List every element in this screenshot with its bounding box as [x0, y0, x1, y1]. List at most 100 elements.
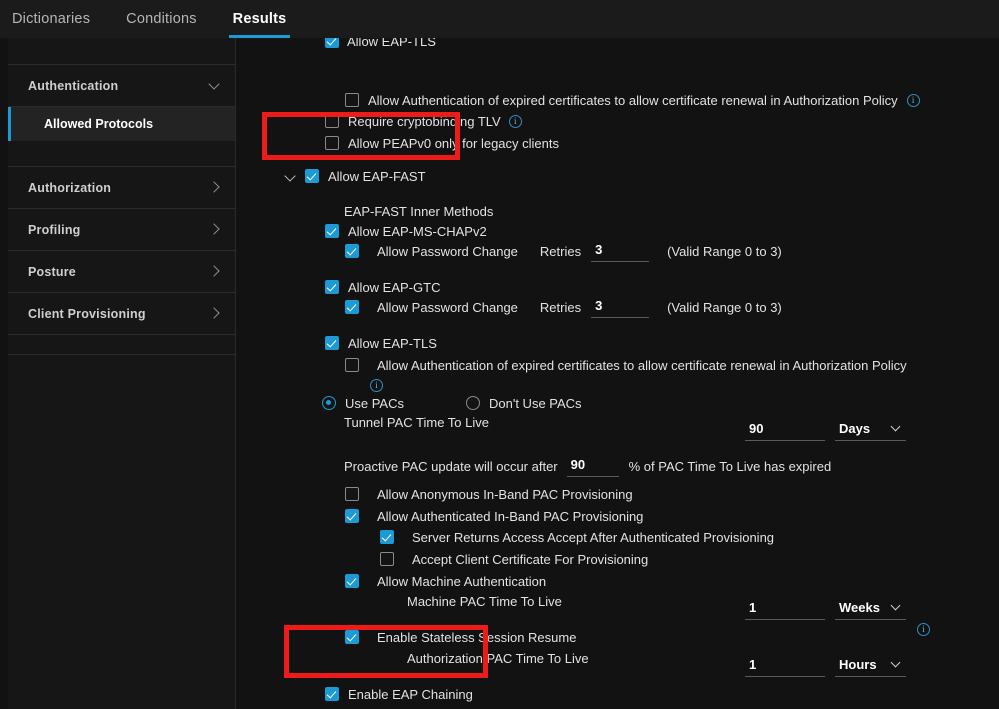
- authenticated-inband-label: Allow Authenticated In-Band PAC Provisio…: [377, 508, 644, 524]
- row-allow-eap-gtc[interactable]: Allow EAP-GTC: [325, 276, 440, 298]
- gtc-password-change-checkbox[interactable]: [345, 300, 359, 314]
- sidebar-item-authentication[interactable]: Authentication: [8, 65, 235, 107]
- mschap-valid-range-label: (Valid Range 0 to 3): [667, 243, 782, 259]
- info-icon[interactable]: i: [508, 114, 522, 128]
- require-cryptobinding-label: Require cryptobinding TLV: [348, 113, 501, 129]
- info-icon[interactable]: i: [906, 93, 920, 107]
- sidebar-item-authorization-label: Authorization: [28, 180, 112, 195]
- authenticated-inband-checkbox[interactable]: [345, 509, 359, 523]
- allow-eap-tls-top-checkbox[interactable]: [325, 38, 339, 48]
- proactive-prefix-label: Proactive PAC update will occur after: [344, 458, 558, 474]
- info-icon[interactable]: i: [370, 379, 383, 392]
- server-returns-accept-checkbox[interactable]: [380, 530, 394, 544]
- row-gtc-password-change[interactable]: Allow Password Change Retries (Valid Ran…: [345, 296, 782, 318]
- enable-eap-chaining-checkbox[interactable]: [325, 687, 339, 701]
- inner-expired-certs-info[interactable]: i: [370, 375, 383, 393]
- gtc-retries-input[interactable]: [591, 296, 650, 318]
- row-allow-ms-chapv2[interactable]: Allow EAP-MS-CHAPv2: [325, 220, 487, 242]
- accept-client-cert-checkbox[interactable]: [380, 552, 394, 566]
- machine-pac-ttl-input[interactable]: [745, 598, 825, 620]
- sidebar-item-allowed-protocols[interactable]: Allowed Protocols: [8, 107, 235, 141]
- machine-pac-ttl-unit-select[interactable]: Weeks: [835, 598, 906, 620]
- chevron-right-icon: [209, 308, 221, 320]
- row-anonymous-inband[interactable]: Allow Anonymous In-Band PAC Provisioning: [345, 483, 633, 505]
- allow-eap-tls-inner-checkbox[interactable]: [325, 336, 339, 350]
- stateless-session-resume-checkbox[interactable]: [345, 630, 359, 644]
- enable-eap-chaining-label: Enable EAP Chaining: [348, 686, 473, 702]
- peapv0-legacy-checkbox[interactable]: [325, 136, 339, 150]
- allow-machine-auth-label: Allow Machine Authentication: [377, 573, 547, 589]
- ise-allowed-protocols-screen: Dictionaries Conditions Results Authenti…: [0, 0, 999, 709]
- row-mschap-password-change[interactable]: Allow Password Change Retries (Valid Ran…: [345, 240, 782, 262]
- row-inner-expired-certs[interactable]: Allow Authentication of expired certific…: [345, 354, 907, 376]
- inner-expired-certs-label: Allow Authentication of expired certific…: [377, 357, 907, 373]
- require-cryptobinding-checkbox[interactable]: [325, 114, 339, 128]
- allow-ms-chapv2-label: Allow EAP-MS-CHAPv2: [348, 223, 487, 239]
- authz-pac-ttl-unit-select[interactable]: Hours: [835, 655, 906, 677]
- eap-tls-expired-certs-checkbox[interactable]: [345, 93, 359, 107]
- gtc-valid-range-label: (Valid Range 0 to 3): [667, 299, 782, 315]
- sidebar-item-client-provisioning[interactable]: Client Provisioning: [8, 293, 235, 335]
- authz-pac-ttl-label: Authorization PAC Time To Live: [407, 650, 589, 666]
- sidebar-item-profiling[interactable]: Profiling: [8, 209, 235, 251]
- info-icon[interactable]: i: [917, 623, 930, 636]
- row-accept-client-cert[interactable]: Accept Client Certificate For Provisioni…: [380, 548, 648, 570]
- row-allow-eap-tls-inner[interactable]: Allow EAP-TLS: [325, 332, 437, 354]
- allow-ms-chapv2-checkbox[interactable]: [325, 224, 339, 238]
- use-pacs-radio[interactable]: [322, 396, 336, 410]
- tab-dictionaries[interactable]: Dictionaries: [0, 0, 108, 38]
- sidebar-item-profiling-label: Profiling: [28, 222, 81, 237]
- use-pacs-label: Use PACs: [345, 395, 404, 411]
- anonymous-inband-checkbox[interactable]: [345, 487, 359, 501]
- row-allow-eap-fast[interactable]: Allow EAP-FAST: [284, 165, 426, 187]
- peapv0-legacy-label: Allow PEAPv0 only for legacy clients: [348, 135, 559, 151]
- authz-pac-ttl-input[interactable]: [745, 655, 825, 677]
- row-peapv0-legacy[interactable]: Allow PEAPv0 only for legacy clients: [325, 132, 559, 154]
- row-stateless-session-resume[interactable]: Enable Stateless Session Resume: [345, 626, 576, 648]
- proactive-suffix-label: % of PAC Time To Live has expired: [628, 458, 832, 474]
- chevron-right-icon: [209, 224, 221, 236]
- tunnel-pac-ttl-label-row: Tunnel PAC Time To Live: [344, 411, 489, 433]
- accept-client-cert-label: Accept Client Certificate For Provisioni…: [412, 551, 649, 567]
- chevron-down-icon: [891, 602, 902, 613]
- row-server-returns-accept[interactable]: Server Returns Access Accept After Authe…: [380, 526, 774, 548]
- row-authenticated-inband[interactable]: Allow Authenticated In-Band PAC Provisio…: [345, 505, 643, 527]
- row-allow-machine-auth[interactable]: Allow Machine Authentication: [345, 570, 546, 592]
- allow-eap-fast-checkbox[interactable]: [305, 169, 319, 183]
- sidebar-item-authorization[interactable]: Authorization: [8, 167, 235, 209]
- allow-eap-fast-label: Allow EAP-FAST: [328, 168, 426, 184]
- allow-eap-gtc-checkbox[interactable]: [325, 280, 339, 294]
- mschap-retries-input[interactable]: [591, 240, 650, 262]
- sidebar-bottom-spacer: [8, 335, 235, 355]
- chevron-down-icon[interactable]: [284, 170, 297, 183]
- proactive-pac-input[interactable]: [566, 455, 619, 477]
- row-eap-tls-expired-certs[interactable]: Allow Authentication of expired certific…: [345, 89, 920, 111]
- tab-results[interactable]: Results: [215, 0, 305, 38]
- inner-expired-certs-checkbox[interactable]: [345, 358, 359, 372]
- authz-pac-ttl-label-row: Authorization PAC Time To Live: [407, 647, 589, 669]
- tunnel-pac-ttl-input[interactable]: [745, 419, 825, 441]
- server-returns-accept-label: Server Returns Access Accept After Authe…: [412, 529, 775, 545]
- allowed-protocols-form: Allow EAP-TLS Allow Authentication of ex…: [237, 38, 999, 709]
- sidebar-item-posture[interactable]: Posture: [8, 251, 235, 293]
- dont-use-pacs-radio[interactable]: [466, 396, 480, 410]
- mschap-password-change-checkbox[interactable]: [345, 244, 359, 258]
- tunnel-pac-ttl-unit-value: Days: [839, 421, 871, 436]
- sidebar-gap: [8, 141, 235, 167]
- row-require-cryptobinding[interactable]: Require cryptobinding TLV i: [325, 110, 522, 132]
- row-enable-eap-chaining[interactable]: Enable EAP Chaining: [325, 683, 473, 705]
- mschap-password-change-label: Allow Password Change: [377, 243, 518, 259]
- allow-machine-auth-checkbox[interactable]: [345, 574, 359, 588]
- machine-pac-ttl-label-row: Machine PAC Time To Live: [407, 590, 562, 612]
- tunnel-pac-ttl-unit-select[interactable]: Days: [835, 419, 906, 441]
- machine-pac-ttl-label: Machine PAC Time To Live: [407, 593, 562, 609]
- tab-results-label: Results: [232, 11, 287, 27]
- tab-conditions[interactable]: Conditions: [108, 0, 215, 38]
- mschap-retries-label: Retries: [539, 243, 582, 259]
- row-allow-eap-tls-top[interactable]: Allow EAP-TLS: [325, 38, 436, 52]
- chevron-down-icon: [891, 659, 902, 670]
- eap-tls-expired-certs-label: Allow Authentication of expired certific…: [368, 92, 898, 108]
- row-proactive-pac-update: Proactive PAC update will occur after % …: [344, 455, 831, 477]
- dont-use-pacs-label: Don't Use PACs: [489, 395, 582, 411]
- authz-pac-ttl-info[interactable]: i: [917, 619, 930, 637]
